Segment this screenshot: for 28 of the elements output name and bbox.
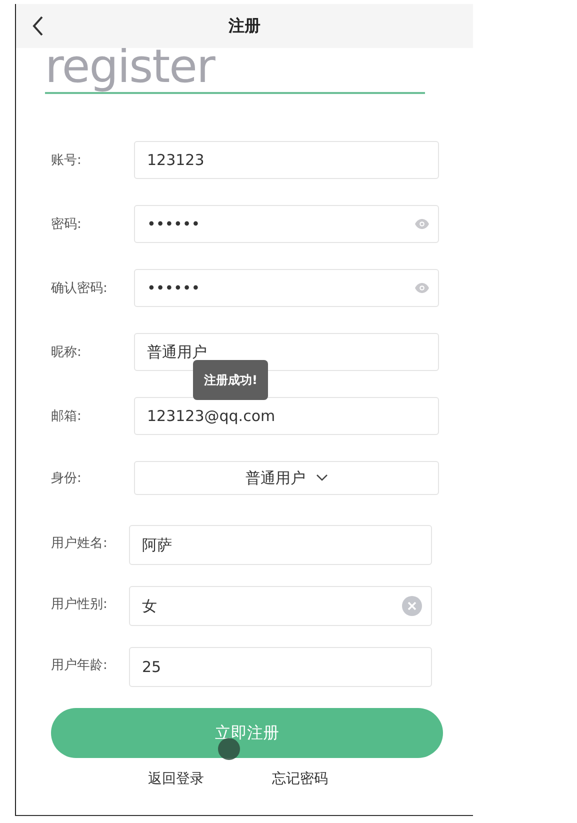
field-label: 密码:: [50, 216, 82, 233]
field-label: 身份:: [50, 470, 82, 487]
input-field[interactable]: ••••••: [134, 269, 439, 307]
field-label: 用户姓名:: [50, 535, 108, 552]
input-field[interactable]: 女: [129, 586, 432, 626]
input-field[interactable]: 123123@qq.com: [134, 397, 439, 435]
field-label: 邮箱:: [50, 408, 82, 425]
clear-icon[interactable]: [402, 596, 422, 616]
field-label: 用户性别:: [50, 596, 108, 613]
input-field[interactable]: 阿萨: [129, 525, 432, 565]
eye-icon[interactable]: [414, 282, 430, 294]
text-link[interactable]: 返回登录: [148, 770, 204, 788]
toast-message: 注册成功!: [193, 360, 268, 400]
field-label: 账号:: [50, 152, 82, 169]
input-field[interactable]: 普通用户: [134, 333, 439, 371]
back-icon[interactable]: [32, 16, 44, 36]
field-label: 昵称:: [50, 344, 82, 361]
select-value: 普通用户: [246, 468, 306, 488]
field-label: 确认密码:: [50, 280, 108, 297]
input-field[interactable]: 123123: [134, 141, 439, 179]
field-label: 用户年龄:: [50, 657, 108, 674]
input-field[interactable]: ••••••: [134, 205, 439, 243]
page-title: 注册: [228, 16, 260, 36]
input-field[interactable]: 25: [129, 647, 432, 687]
eye-icon[interactable]: [414, 218, 430, 230]
identity-select[interactable]: 普通用户: [134, 461, 439, 495]
text-link[interactable]: 忘记密码: [272, 770, 328, 788]
caret-icon: [316, 474, 328, 482]
